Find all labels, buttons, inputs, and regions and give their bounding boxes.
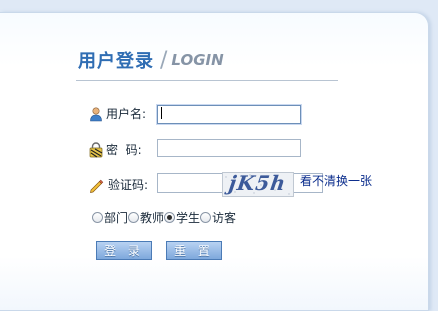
role-label: 教师 [140, 211, 165, 225]
role-label: 学生 [176, 211, 201, 225]
pencil-icon [88, 177, 104, 193]
lock-icon [88, 141, 104, 158]
role-label: 部门 [104, 211, 129, 225]
title-english: LOGIN [171, 51, 224, 69]
username-label: 用户名: [106, 107, 147, 121]
title-separator: / [160, 47, 168, 73]
password-input[interactable] [157, 139, 301, 157]
username-input[interactable] [157, 105, 301, 124]
captcha-row: 验证码: [88, 176, 148, 193]
text-cursor [161, 107, 162, 119]
captcha-image[interactable]: jK5h [222, 172, 294, 197]
title-chinese: 用户登录 [78, 51, 154, 72]
role-option-teacher[interactable]: 教师 [128, 209, 164, 226]
role-option-department[interactable]: 部门 [92, 209, 128, 226]
radio-button[interactable] [92, 212, 103, 223]
user-icon [88, 106, 104, 122]
role-radio-group: 部门 教师 学生 访客 [92, 209, 236, 226]
reset-button[interactable]: 重 置 [166, 241, 222, 260]
radio-button-selected[interactable] [164, 212, 176, 223]
role-label: 访客 [212, 211, 237, 225]
radio-button[interactable] [200, 212, 212, 223]
page-title: 用户登录 / LOGIN [78, 47, 224, 73]
refresh-captcha-link[interactable]: 看不清换一张 [300, 172, 372, 189]
password-row: 密 码: [88, 141, 142, 158]
role-option-visitor[interactable]: 访客 [200, 209, 236, 226]
username-row: 用户名: [88, 105, 146, 122]
captcha-text: jK5h [227, 172, 288, 195]
role-option-student[interactable]: 学生 [164, 209, 200, 226]
radio-button[interactable] [128, 212, 140, 223]
title-divider [76, 80, 338, 81]
captcha-label: 验证码: [108, 178, 149, 192]
login-button[interactable]: 登 录 [96, 241, 152, 260]
password-label: 密 码: [106, 143, 142, 157]
